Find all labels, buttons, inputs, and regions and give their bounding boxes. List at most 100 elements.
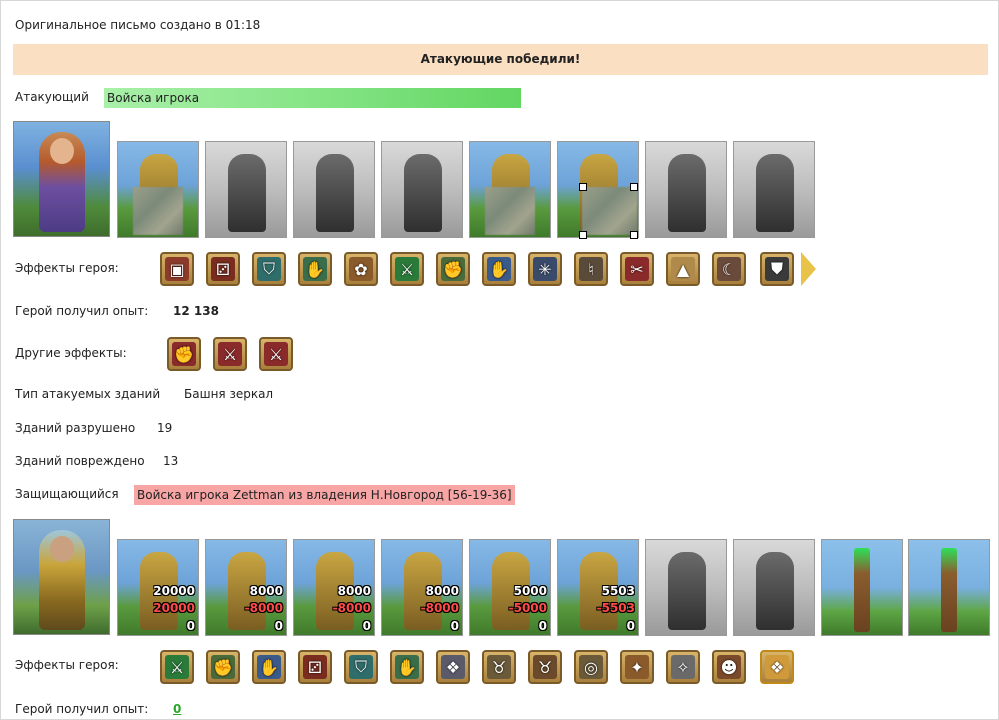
tower-figure bbox=[854, 548, 870, 632]
defender-name[interactable]: Войска игрока Zettman из владения Н.Новг… bbox=[134, 485, 515, 505]
hand-sword-icon[interactable]: ✊ bbox=[206, 650, 240, 684]
hand-icon[interactable]: ✋ bbox=[252, 650, 286, 684]
ring-icon[interactable]: ◎ bbox=[574, 650, 608, 684]
hand-sword-icon[interactable]: ⚔ bbox=[213, 337, 247, 371]
attacker-unit-8[interactable] bbox=[733, 141, 815, 238]
resize-handle[interactable] bbox=[579, 183, 587, 191]
bat-icon[interactable]: ✦ bbox=[620, 650, 654, 684]
defender-label: Защищающийся bbox=[15, 487, 119, 501]
unit-figure bbox=[228, 154, 266, 232]
attacker-unit-2[interactable] bbox=[205, 141, 287, 238]
scroll-right-arrow-icon[interactable] bbox=[801, 252, 816, 286]
resize-handle[interactable] bbox=[579, 231, 587, 239]
unit-figure bbox=[756, 552, 794, 630]
ogre-icon[interactable]: ☻ bbox=[712, 650, 746, 684]
tent-icon[interactable]: ▲ bbox=[666, 252, 700, 286]
hand-sword-icon[interactable]: ✊ bbox=[436, 252, 470, 286]
attacker-unit-3[interactable] bbox=[293, 141, 375, 238]
other-effects-label: Другие эффекты: bbox=[15, 346, 127, 360]
sword-icon[interactable]: ⚔ bbox=[160, 650, 194, 684]
unit-count: 8000 bbox=[337, 584, 371, 598]
defender-unit-2[interactable]: 8000 -8000 0 bbox=[205, 539, 287, 636]
resize-handle[interactable] bbox=[630, 183, 638, 191]
wolf-icon[interactable]: ❖ bbox=[436, 650, 470, 684]
attacker-unit-7[interactable] bbox=[645, 141, 727, 238]
defender-unit-5[interactable]: 5000 -5000 0 bbox=[469, 539, 551, 636]
wolf-gold-icon[interactable]: ❖ bbox=[760, 650, 794, 684]
defender-unit-1[interactable]: 20000 20000 0 bbox=[117, 539, 199, 636]
hand-shield-icon[interactable]: ✋ bbox=[298, 252, 332, 286]
shield-icon[interactable]: ⛉ bbox=[344, 650, 378, 684]
scythe-icon[interactable]: ☾ bbox=[712, 252, 746, 286]
building-type-value: Башня зеркал bbox=[184, 387, 274, 401]
unit-figure bbox=[316, 154, 354, 232]
defender-unit-6[interactable]: 5503 -5503 0 bbox=[557, 539, 639, 636]
defender-effects-label: Эффекты героя: bbox=[15, 658, 119, 672]
attacker-label: Атакующий bbox=[15, 90, 89, 104]
claw-icon[interactable]: ✧ bbox=[666, 650, 700, 684]
defender-hero-portrait[interactable] bbox=[13, 519, 110, 635]
heraldic-shield-icon[interactable]: ⛊ bbox=[760, 252, 794, 286]
attacker-name[interactable]: Войска игрока bbox=[104, 88, 521, 108]
hand-icon[interactable]: ✋ bbox=[482, 252, 516, 286]
attacker-unit-6[interactable] bbox=[557, 141, 639, 238]
building-type-label: Тип атакуемых зданий bbox=[15, 387, 161, 401]
attacker-unit-5[interactable] bbox=[469, 141, 551, 238]
defender-unit-4[interactable]: 8000 -8000 0 bbox=[381, 539, 463, 636]
dice-fist-icon[interactable]: ⚂ bbox=[298, 650, 332, 684]
attacker-hero-portrait[interactable] bbox=[13, 121, 110, 237]
unit-remaining: 0 bbox=[362, 619, 371, 633]
defender-exp-label: Герой получил опыт: bbox=[15, 702, 149, 716]
result-banner: Атакующие победили! bbox=[13, 44, 988, 75]
defender-unit-7[interactable] bbox=[645, 539, 727, 636]
unit-remaining: 0 bbox=[626, 619, 635, 633]
resize-handle[interactable] bbox=[630, 231, 638, 239]
attacker-effects-label: Эффекты героя: bbox=[15, 261, 119, 275]
bull-icon[interactable]: ♉ bbox=[528, 650, 562, 684]
unit-count: 8000 bbox=[425, 584, 459, 598]
shield-icon[interactable]: ⛉ bbox=[252, 252, 286, 286]
hand-shield-icon[interactable]: ✋ bbox=[390, 650, 424, 684]
unit-figure bbox=[756, 154, 794, 232]
unit-count: 20000 bbox=[153, 584, 195, 598]
buildings-damaged-label: Зданий повреждено bbox=[15, 454, 145, 468]
fist-icon[interactable]: ✊ bbox=[167, 337, 201, 371]
attacker-exp-value: 12 138 bbox=[173, 304, 219, 318]
defender-tower-2[interactable] bbox=[908, 539, 990, 636]
broken-chain-icon[interactable]: ✂ bbox=[620, 252, 654, 286]
unit-remaining: 0 bbox=[538, 619, 547, 633]
blurred-count bbox=[582, 187, 637, 235]
unit-loss: -8000 bbox=[244, 601, 283, 615]
attacker-unit-4[interactable] bbox=[381, 141, 463, 238]
unit-loss: -8000 bbox=[332, 601, 371, 615]
unit-figure bbox=[668, 154, 706, 232]
sword-icon[interactable]: ⚔ bbox=[390, 252, 424, 286]
buildings-damaged-value: 13 bbox=[163, 454, 179, 468]
unit-loss: -5000 bbox=[508, 601, 547, 615]
attacker-unit-1[interactable] bbox=[117, 141, 199, 238]
paw-icon[interactable]: ✿ bbox=[344, 252, 378, 286]
unit-count: 5000 bbox=[513, 584, 547, 598]
fist-sword-icon[interactable]: ⚔ bbox=[259, 337, 293, 371]
unit-figure bbox=[404, 154, 442, 232]
unit-remaining: 0 bbox=[274, 619, 283, 633]
created-time: Оригинальное письмо создано в 01:18 bbox=[15, 18, 261, 32]
unit-count: 5503 bbox=[601, 584, 635, 598]
buildings-destroyed-label: Зданий разрушено bbox=[15, 421, 136, 435]
bell-icon[interactable]: ♮ bbox=[574, 252, 608, 286]
hero-head bbox=[50, 536, 74, 562]
spider-web-icon[interactable]: ✳ bbox=[528, 252, 562, 286]
unit-loss: 20000 bbox=[153, 601, 195, 615]
attacker-exp-label: Герой получил опыт: bbox=[15, 304, 149, 318]
unit-figure bbox=[668, 552, 706, 630]
defender-unit-8[interactable] bbox=[733, 539, 815, 636]
defender-tower-1[interactable] bbox=[821, 539, 903, 636]
unit-remaining: 0 bbox=[186, 619, 195, 633]
defender-unit-3[interactable]: 8000 -8000 0 bbox=[293, 539, 375, 636]
dice-fist-icon[interactable]: ⚂ bbox=[206, 252, 240, 286]
tower-figure bbox=[941, 548, 957, 632]
horns-icon[interactable]: ♉ bbox=[482, 650, 516, 684]
tower-shield-icon[interactable]: ▣ bbox=[160, 252, 194, 286]
defender-exp-value: 0 bbox=[173, 702, 182, 716]
blurred-count bbox=[133, 187, 183, 235]
